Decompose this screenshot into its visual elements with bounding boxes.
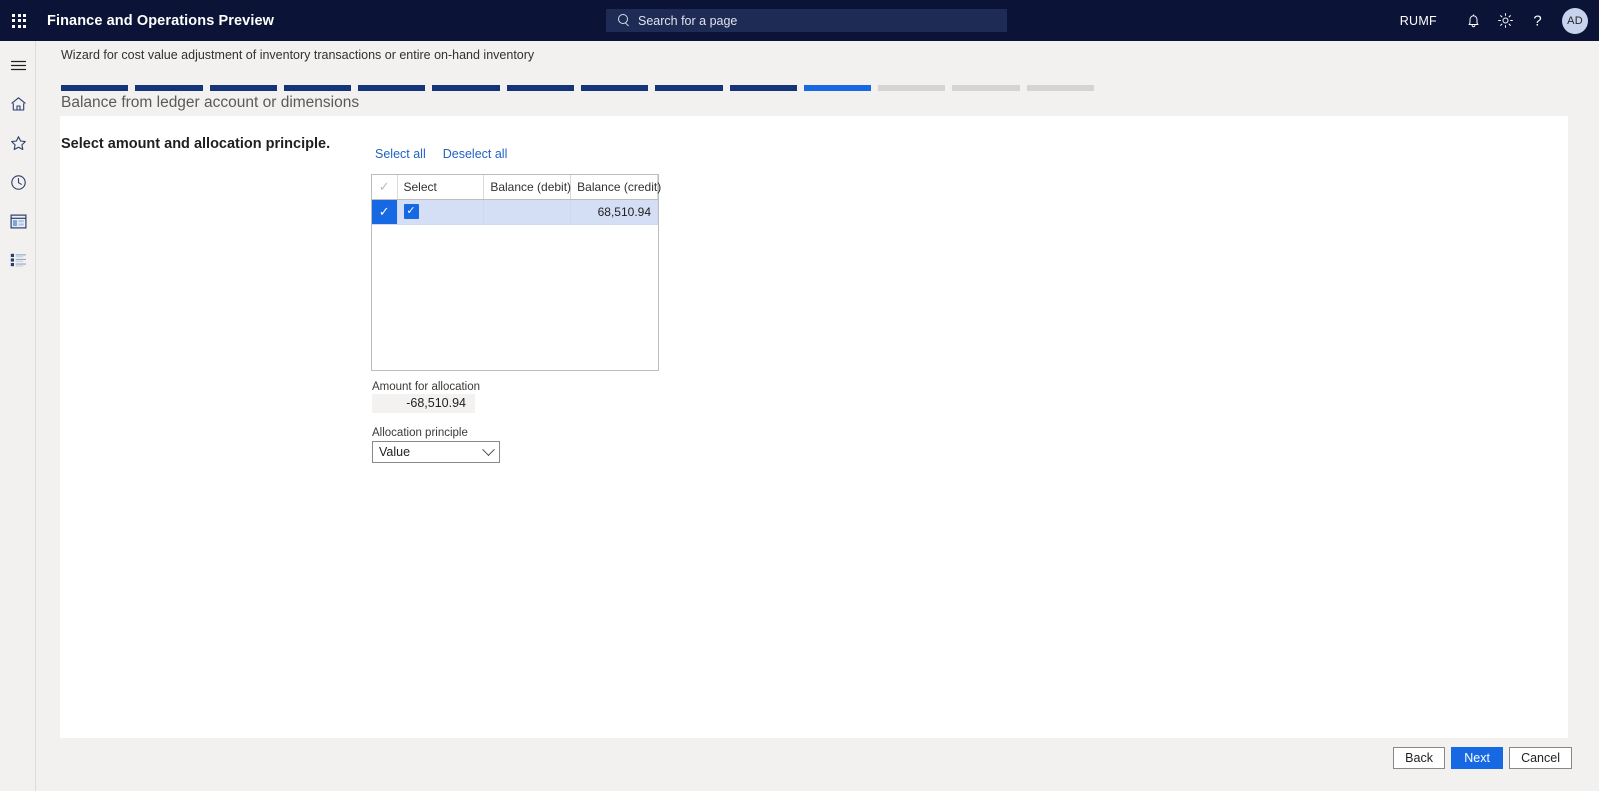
select-all-link[interactable]: Select all [375,147,426,161]
progress-segment-13 [952,85,1020,91]
progress-segment-3 [209,85,277,91]
progress-segment-4 [283,85,352,91]
header-balance-credit[interactable]: Balance (credit) [570,175,661,200]
progress-segment-2 [135,85,203,91]
amount-for-allocation-label: Amount for allocation [372,381,481,393]
checkmark-icon: ✓ [378,178,390,194]
cell-select-checkbox[interactable]: ✓ [397,199,485,225]
home-icon[interactable] [0,87,36,121]
search-input[interactable]: Search for a page [606,9,1007,32]
wizard-progress-bar [61,85,1101,91]
deselect-all-link[interactable]: Deselect all [443,147,508,161]
wizard-footer: Back Next Cancel [37,741,1599,791]
clock-icon[interactable] [0,165,36,199]
back-button[interactable]: Back [1393,747,1446,769]
allocation-principle-dropdown[interactable]: Value [372,441,500,463]
progress-segment-5 [358,85,426,91]
progress-segment-7 [506,85,574,91]
avatar[interactable]: AD [1562,7,1588,34]
progress-segment-6 [432,85,500,91]
grid-selection-links: Select all Deselect all [375,147,507,161]
progress-segment-1 [61,85,129,91]
app-launcher-icon[interactable] [0,0,38,41]
table-row[interactable]: ✓ ✓ 68,510.94 [372,199,658,225]
cell-balance-debit[interactable] [483,199,572,225]
progress-segment-14 [1026,85,1094,91]
left-navigation-rail [0,41,36,791]
header-select[interactable]: Select [397,175,485,200]
progress-segment-9 [655,85,723,91]
progress-segment-10 [729,85,797,91]
cancel-button[interactable]: Cancel [1509,747,1572,769]
question-mark-icon[interactable]: ? [1521,0,1553,41]
hamburger-icon[interactable] [0,48,36,82]
search-icon [618,14,631,27]
wizard-step-title: Balance from ledger account or dimension… [61,94,360,111]
header-select-marker[interactable]: ✓ [372,175,398,200]
wizard-caption: Wizard for cost value adjustment of inve… [61,48,535,62]
top-bar-actions: RUMF ? AD [1400,0,1599,41]
allocation-principle-value: Value [379,445,411,459]
progress-segment-11 [803,85,872,91]
progress-segment-12 [878,85,946,91]
header-balance-debit[interactable]: Balance (debit) [483,175,572,200]
top-navigation-bar: Finance and Operations Preview Search fo… [0,0,1599,41]
list-modules-icon[interactable] [0,243,36,277]
next-button[interactable]: Next [1451,747,1504,769]
row-select-marker[interactable]: ✓ [372,199,398,225]
chevron-down-icon [482,442,495,456]
star-icon[interactable] [0,126,36,160]
allocation-principle-label: Allocation principle [372,427,468,439]
table-header-row: ✓ Select Balance (debit) Balance (credit… [372,175,661,200]
app-title: Finance and Operations Preview [47,12,275,29]
section-heading: Select amount and allocation principle. [61,136,331,152]
wizard-button-row: Back Next Cancel [1393,747,1572,769]
search-placeholder: Search for a page [638,13,738,28]
company-code[interactable]: RUMF [1400,14,1437,28]
progress-segment-8 [580,85,649,91]
amount-for-allocation-field[interactable]: -68,510.94 [372,394,475,413]
content-card: Select amount and allocation principle. … [60,116,1568,738]
checkmark-icon: ✓ [378,203,390,219]
cell-balance-credit[interactable]: 68,510.94 [570,199,658,225]
svg-text:?: ? [1533,13,1541,30]
workspace-window-icon[interactable] [0,204,36,238]
gear-icon[interactable] [1489,0,1521,41]
page-body: Wizard for cost value adjustment of inve… [37,41,1599,791]
bell-icon[interactable] [1457,0,1489,41]
balances-grid[interactable]: ✓ Select Balance (debit) Balance (credit… [371,174,661,371]
checkbox-checked-icon[interactable]: ✓ [403,204,419,220]
